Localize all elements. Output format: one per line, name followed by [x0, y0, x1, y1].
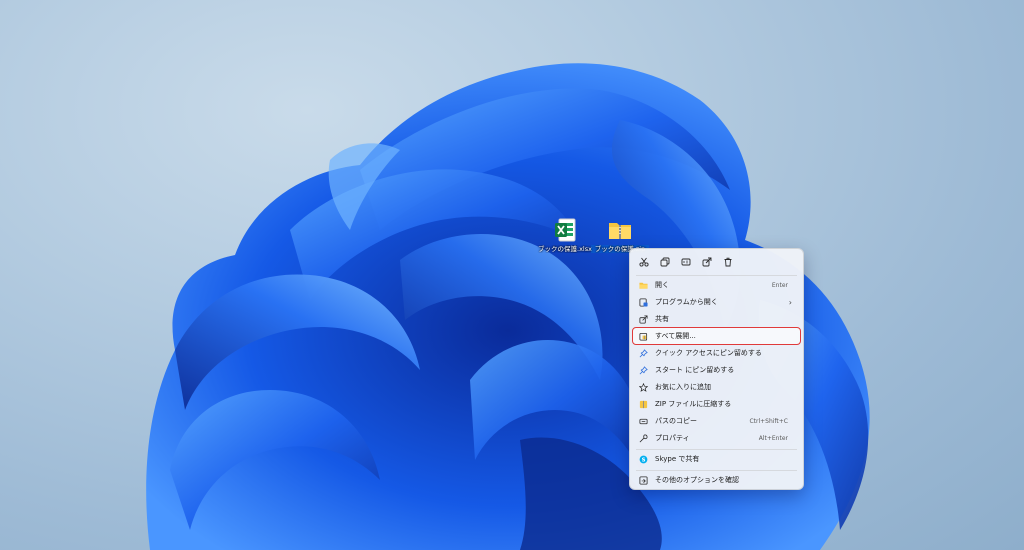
extract-all-icon [638, 331, 648, 341]
menu-item-shortcut: Alt+Enter [758, 434, 788, 442]
menu-item-copy-path[interactable]: パスのコピー Ctrl+Shift+C [633, 413, 800, 429]
menu-item-label: 共有 [655, 315, 669, 323]
copy-icon[interactable] [658, 255, 672, 269]
menu-item-properties[interactable]: プロパティ Alt+Enter [633, 430, 800, 446]
menu-item-open[interactable]: 開く Enter [633, 277, 800, 293]
rename-icon[interactable] [679, 255, 693, 269]
wallpaper-bloom [146, 63, 870, 550]
skype-icon: S [638, 454, 648, 464]
open-folder-icon [638, 280, 648, 290]
quick-actions-row [630, 253, 803, 271]
pin-icon [638, 348, 648, 358]
star-icon [638, 382, 648, 392]
menu-item-compress-zip[interactable]: ZIP ファイルに圧縮する [633, 396, 800, 412]
menu-item-label: クイック アクセスにピン留めする [655, 349, 762, 357]
menu-item-label: すべて展開... [655, 332, 696, 340]
delete-icon[interactable] [721, 255, 735, 269]
menu-item-shortcut: Enter [771, 281, 788, 289]
menu-item-share[interactable]: 共有 [633, 311, 800, 327]
zip-folder-icon [607, 217, 633, 243]
menu-item-label: その他のオプションを確認 [655, 476, 739, 484]
menu-separator [636, 470, 797, 471]
menu-item-label: 開く [655, 281, 669, 289]
copy-path-icon [638, 416, 648, 426]
cut-icon[interactable] [637, 255, 651, 269]
pin-icon [638, 365, 648, 375]
menu-item-pin-start[interactable]: スタート にピン留めする [633, 362, 800, 378]
menu-item-label: Skype で共有 [655, 455, 700, 463]
chevron-right-icon: › [788, 297, 792, 307]
menu-separator [636, 449, 797, 450]
menu-item-add-favorite[interactable]: お気に入りに追加 [633, 379, 800, 395]
svg-text:S: S [641, 457, 645, 463]
menu-item-pin-quick-access[interactable]: クイック アクセスにピン留めする [633, 345, 800, 361]
excel-icon [552, 217, 578, 243]
desktop-file-xlsx[interactable]: ブックの保護.xlsx [536, 217, 594, 253]
context-menu: 開く Enter プログラムから開く › 共有 すべて展開... クイック アク… [629, 248, 804, 490]
menu-item-share-skype[interactable]: S Skype で共有 [633, 451, 800, 467]
menu-item-extract-all[interactable]: すべて展開... [632, 327, 801, 345]
menu-item-label: ZIP ファイルに圧縮する [655, 400, 732, 408]
menu-item-label: プログラムから開く [655, 298, 718, 306]
menu-item-open-with[interactable]: プログラムから開く › [633, 294, 800, 310]
open-with-icon [638, 297, 648, 307]
menu-item-label: お気に入りに追加 [655, 383, 711, 391]
wrench-icon [638, 433, 648, 443]
more-options-icon [638, 475, 648, 485]
menu-item-label: プロパティ [655, 434, 690, 442]
menu-item-label: スタート にピン留めする [655, 366, 735, 374]
desktop: ブックの保護.xlsx ブックの保護.zip 開く Enter プログラムから開… [0, 0, 1024, 550]
share-icon [638, 314, 648, 324]
menu-separator [636, 275, 797, 276]
zip-icon [638, 399, 648, 409]
desktop-file-label: ブックの保護.xlsx [538, 245, 592, 253]
share-icon[interactable] [700, 255, 714, 269]
menu-item-label: パスのコピー [655, 417, 697, 425]
menu-item-more-options[interactable]: その他のオプションを確認 [633, 472, 800, 488]
menu-item-shortcut: Ctrl+Shift+C [749, 417, 788, 425]
